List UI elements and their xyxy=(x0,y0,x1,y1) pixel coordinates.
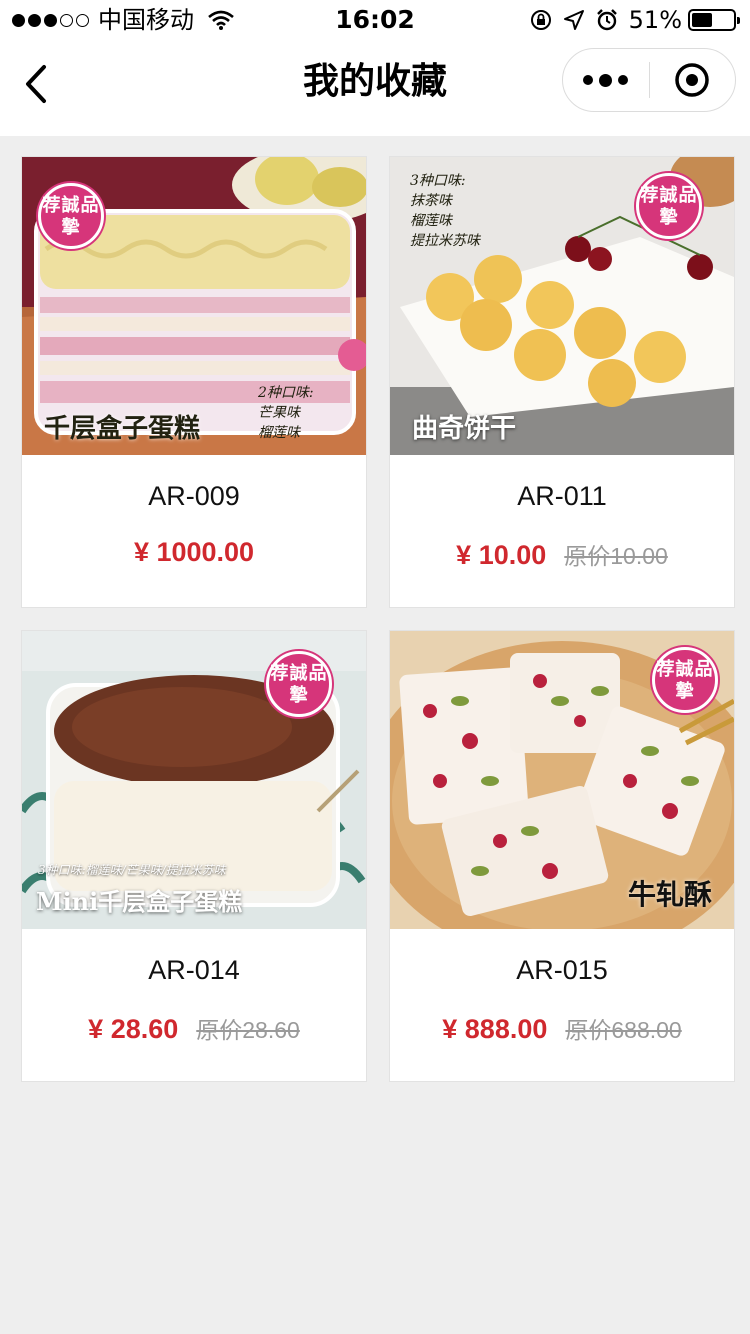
image-flavor-note: 2种口味: 芒果味 榴莲味 xyxy=(258,385,314,441)
image-flavor-note: 3种口味:榴莲味/芒果味/提拉米苏味 xyxy=(38,863,226,877)
battery-percent: 51% xyxy=(628,6,682,34)
product-image: 荐誠品摯 牛轧酥 xyxy=(390,631,734,929)
carrier-name: 中国移动 xyxy=(98,6,194,34)
product-price: ¥ 10.00 xyxy=(456,540,547,570)
status-bar: 中国移动 16:02 51% xyxy=(0,0,750,40)
more-dots-icon xyxy=(599,73,613,87)
product-image: 荐誠品摯 千层盒子蛋糕 2种口味: 芒果味 榴莲味 xyxy=(22,157,366,455)
image-flavor-note: 3种口味: 抹茶味 榴莲味 提拉米苏味 xyxy=(410,173,480,249)
product-card[interactable]: 荐誠品摯 曲奇饼干 3种口味: 抹茶味 榴莲味 提拉米苏味 AR-011 ¥ 1… xyxy=(389,156,735,608)
target-circle-icon xyxy=(675,63,709,97)
more-button[interactable] xyxy=(563,48,649,112)
back-button[interactable] xyxy=(14,62,58,106)
original-price: 原价28.60 xyxy=(196,1017,300,1043)
wifi-icon xyxy=(208,10,234,30)
status-right: 51% xyxy=(519,6,740,34)
signal-dot xyxy=(44,13,57,27)
more-dots-icon xyxy=(583,75,594,85)
product-price: ¥ 888.00 xyxy=(442,1014,548,1044)
signal-dot xyxy=(12,13,25,27)
product-info: AR-014 ¥ 28.60 原价28.60 xyxy=(22,929,366,1081)
brand-badge: 荐誠品摯 xyxy=(266,651,332,717)
product-image: 荐誠品摯 3种口味:榴莲味/芒果味/提拉米苏味 Mini千层盒子蛋糕 xyxy=(22,631,366,929)
price-row: ¥ 28.60 原价28.60 xyxy=(22,1011,366,1045)
product-code: AR-015 xyxy=(516,955,608,985)
alarm-clock-icon xyxy=(596,9,617,31)
brand-badge: 荐誠品摯 xyxy=(652,647,718,713)
location-arrow-icon xyxy=(563,10,584,30)
signal-dot xyxy=(76,13,89,27)
product-code: AR-011 xyxy=(517,481,607,511)
more-dots-icon xyxy=(618,75,629,85)
status-left: 中国移动 xyxy=(12,6,234,34)
brand-badge: 荐誠品摯 xyxy=(636,173,702,239)
nav-bar: 我的收藏 xyxy=(0,40,750,136)
image-caption: Mini千层盒子蛋糕 xyxy=(36,887,243,916)
price-row: ¥ 10.00 原价10.00 xyxy=(390,537,734,571)
price-row: ¥ 888.00 原价688.00 xyxy=(390,1011,734,1045)
product-card[interactable]: 荐誠品摯 3种口味:榴莲味/芒果味/提拉米苏味 Mini千层盒子蛋糕 AR-01… xyxy=(21,630,367,1082)
brand-badge: 荐誠品摯 xyxy=(38,183,104,249)
product-code: AR-014 xyxy=(148,955,240,985)
product-info: AR-009 ¥ 1000.00 xyxy=(22,455,366,607)
product-image: 荐誠品摯 曲奇饼干 3种口味: 抹茶味 榴莲味 提拉米苏味 xyxy=(390,157,734,455)
mini-program-capsule xyxy=(562,48,736,112)
rotation-lock-icon xyxy=(530,10,551,30)
image-caption: 千层盒子蛋糕 xyxy=(44,414,201,444)
image-caption: 曲奇饼干 xyxy=(412,414,517,444)
original-price: 原价688.00 xyxy=(565,1017,682,1043)
signal-dot xyxy=(28,13,41,27)
chevron-left-icon xyxy=(26,65,46,103)
product-price: ¥ 28.60 xyxy=(88,1014,179,1044)
favorites-grid: 荐誠品摯 千层盒子蛋糕 2种口味: 芒果味 榴莲味 AR-009 ¥ 1000.… xyxy=(21,156,735,1082)
battery-level xyxy=(692,13,712,27)
image-caption: 牛轧酥 xyxy=(627,878,712,911)
original-price: 原价10.00 xyxy=(564,543,668,569)
signal-dot xyxy=(60,13,73,27)
product-info: AR-011 ¥ 10.00 原价10.00 xyxy=(390,455,734,607)
product-price: ¥ 1000.00 xyxy=(133,537,255,567)
product-card[interactable]: 荐誠品摯 牛轧酥 AR-015 ¥ 888.00 原价688.00 xyxy=(389,630,735,1082)
product-info: AR-015 ¥ 888.00 原价688.00 xyxy=(390,929,734,1081)
product-card[interactable]: 荐誠品摯 千层盒子蛋糕 2种口味: 芒果味 榴莲味 AR-009 ¥ 1000.… xyxy=(21,156,367,608)
battery-icon xyxy=(688,9,740,31)
close-button[interactable] xyxy=(650,48,736,112)
product-code: AR-009 xyxy=(148,481,240,511)
price-row: ¥ 1000.00 xyxy=(22,537,366,568)
